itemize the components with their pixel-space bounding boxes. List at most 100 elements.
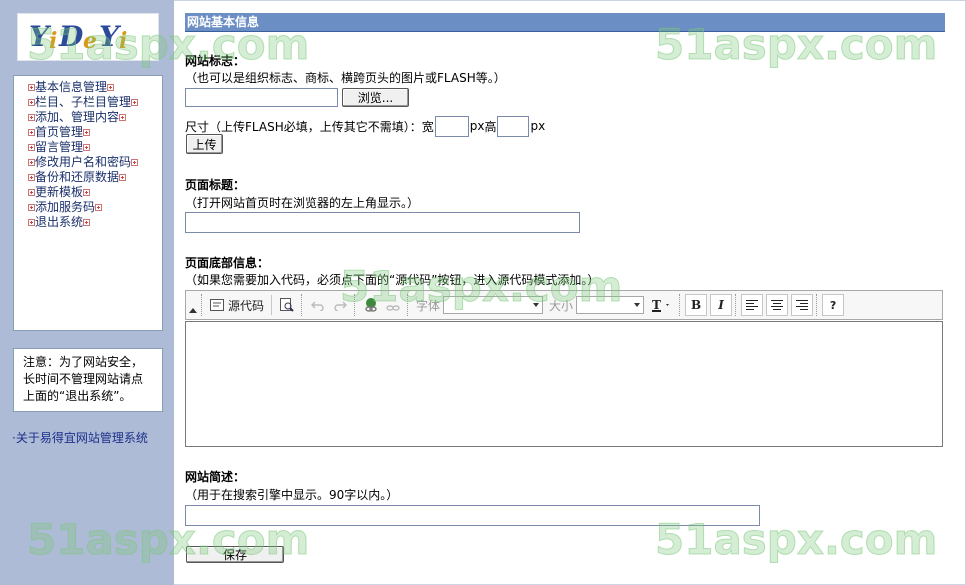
expand-plus-icon [28,204,35,211]
svg-text:T: T [652,298,661,312]
sidebar-item[interactable]: 基本信息管理 [28,80,162,95]
svg-text:i: i [49,28,57,54]
align-right-button[interactable] [791,294,814,316]
sidebar-item-label: 添加服务码 [35,200,96,214]
expand-plus-icon [119,174,127,181]
text-color-button[interactable]: T [648,294,676,316]
px-unit: px [530,119,546,133]
toolbar-grip [354,294,357,316]
main-panel: 网站基本信息 [185,13,945,32]
sidebar-item-label: 退出系统 [35,215,84,229]
security-notice: 注意：为了网站安全， 长时间不管理网站请点 上面的“退出系统”。 [13,348,163,412]
page-title-label: 页面标题： [185,178,246,192]
sidebar-item[interactable]: 更新模板 [28,185,162,200]
chevron-down-icon [634,303,641,307]
preview-button[interactable] [276,294,298,316]
source-label: 源代码 [228,298,265,313]
help-button[interactable]: ? [822,294,845,316]
sidebar-item[interactable]: 添加、管理内容 [28,110,162,125]
sidebar-item[interactable]: 退出系统 [28,215,162,230]
sidebar-item-label: 首页管理 [35,125,84,139]
unlink-button[interactable] [382,294,404,316]
width-input[interactable] [434,115,469,137]
redo-icon [334,301,348,311]
sidebar-item[interactable]: 首页管理 [28,125,162,140]
expand-plus-icon [28,99,35,106]
expand-plus-icon [95,204,103,211]
sidebar-item[interactable]: 留言管理 [28,140,162,155]
sidebar-item-label: 更新模板 [35,185,84,199]
redo-button[interactable] [329,294,351,316]
align-center-button[interactable] [766,294,789,316]
sidebar-item-label: 备份和还原数据 [35,170,120,184]
toolbar-grip [301,294,304,316]
align-left-icon [746,300,759,310]
size-prefix: 尺寸（上传FLASH必填，上传其它不需填）：宽 [185,119,434,134]
toolbar-grip [679,294,682,316]
toolbar-grip [735,294,738,316]
expand-plus-icon [28,144,35,151]
logo-file-input[interactable] [185,88,338,107]
editor-toolbar: 源代码 字体 大小 T B I ? [185,290,943,320]
unlink-icon [386,305,400,311]
sidebar-item[interactable]: 栏目、子栏目管理 [28,95,162,110]
px-unit: px [469,119,485,133]
expand-plus-icon [28,159,35,166]
sidebar-item-label: 栏目、子栏目管理 [35,95,132,109]
site-logo: Y i D e Y i [17,13,159,61]
insert-link-button[interactable] [360,294,382,316]
source-code-icon [210,299,224,311]
source-button[interactable]: 源代码 [207,294,267,316]
footer-editor-area[interactable] [185,321,943,447]
height-input[interactable] [497,115,530,137]
notice-line: 注意：为了网站安全， [23,355,144,369]
size-line: 尺寸（上传FLASH必填，上传其它不需填）：宽 px 高 px [185,115,546,137]
sidebar-item[interactable]: 备份和还原数据 [28,170,162,185]
about-link[interactable]: ·关于易得宜网站管理系统 [12,429,148,446]
font-select[interactable] [443,296,544,314]
footer-label: 页面底部信息： [185,256,270,270]
description-hint: （用于在搜索引擎中显示。90字以内。） [185,488,399,502]
align-right-icon [796,300,809,310]
svg-text:i: i [119,28,127,54]
browse-button[interactable]: 浏览... [342,88,409,107]
description-input[interactable] [185,505,760,526]
collapse-toolbar-icon[interactable] [188,294,197,316]
logo-label: 网站标志： [185,54,246,68]
sidebar-item[interactable]: 添加服务码 [28,200,162,215]
toolbar-grip [407,294,410,316]
expand-plus-icon [28,219,35,226]
expand-plus-icon [28,174,35,181]
notice-line: 长时间不管理网站请点 [23,372,144,386]
height-label: 高 [484,119,497,134]
italic-button[interactable]: I [710,294,733,316]
expand-plus-icon [28,189,35,196]
sidebar-item-label: 修改用户名和密码 [35,155,132,169]
svg-text:e: e [83,28,97,54]
toolbar-separator [271,295,273,315]
sidebar-item[interactable]: 修改用户名和密码 [28,155,162,170]
align-center-icon [771,300,784,310]
notice-line: 上面的“退出系统”。 [23,389,132,403]
expand-plus-icon [131,99,139,106]
expand-plus-icon [83,219,91,226]
expand-plus-icon [28,114,35,121]
svg-text:D: D [58,20,84,53]
expand-plus-icon [83,144,91,151]
page-title-input[interactable] [185,212,580,233]
page-title: 网站基本信息 [185,13,945,32]
expand-plus-icon [131,159,139,166]
upload-button[interactable]: 上传 [186,134,223,154]
preview-icon [280,298,294,312]
undo-button[interactable] [307,294,329,316]
align-left-button[interactable] [741,294,764,316]
expand-plus-icon [83,129,91,136]
font-size-select[interactable] [576,296,645,314]
sidebar-item-label: 基本信息管理 [35,80,108,94]
sidebar: Y i D e Y i 基本信息管理 栏目、子栏目管理 添加、管理内容 首页管理 留言管… [0,0,174,585]
bold-button[interactable]: B [685,294,708,316]
save-button[interactable]: 保存 [186,546,284,563]
chevron-down-icon [533,303,540,307]
expand-plus-icon [119,114,127,121]
sidebar-item-label: 添加、管理内容 [35,110,120,124]
